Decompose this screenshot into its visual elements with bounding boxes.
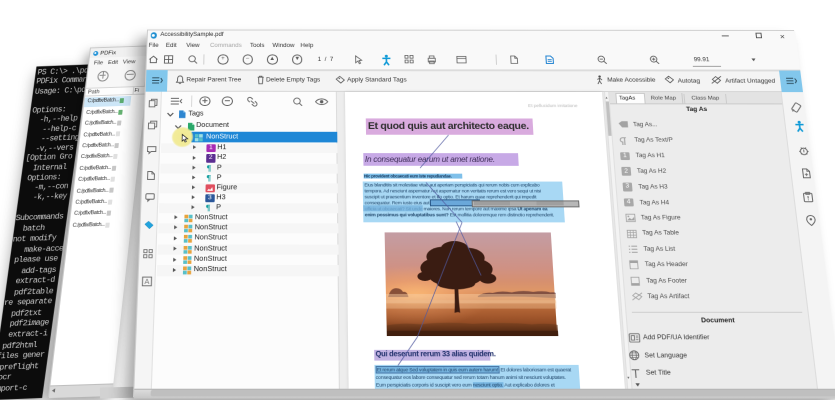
svg-text:A: A — [144, 278, 150, 286]
